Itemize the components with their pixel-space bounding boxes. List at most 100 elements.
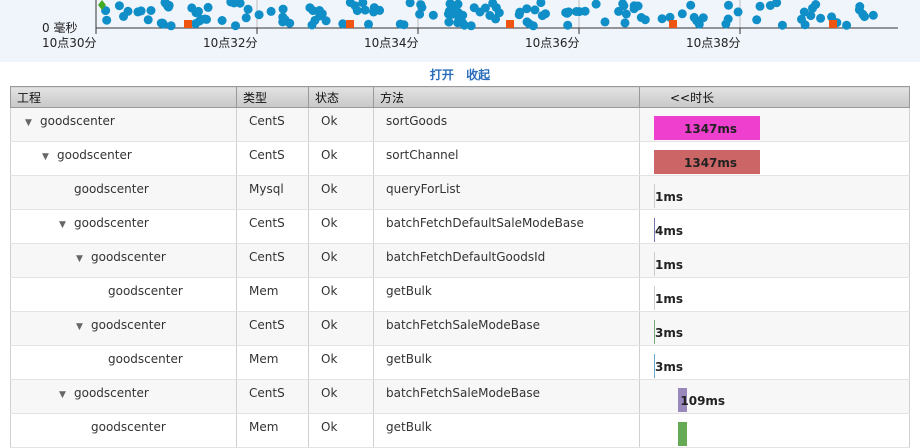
expand-toggle-icon[interactable]: ▼ [76, 254, 86, 264]
scatter-point[interactable] [868, 10, 878, 20]
scatter-point[interactable] [591, 0, 601, 9]
scatter-point[interactable] [166, 21, 176, 31]
scatter-point[interactable] [231, 21, 240, 31]
expand-toggle-icon[interactable]: ▼ [59, 390, 69, 400]
scatter-point[interactable] [755, 1, 765, 11]
scatter-point[interactable] [806, 11, 816, 21]
column-header-project[interactable]: 工程 [10, 86, 237, 108]
scatter-point[interactable] [146, 6, 156, 15]
scatter-point[interactable] [458, 10, 468, 20]
scatter-point[interactable] [428, 10, 438, 20]
scatter-point[interactable] [619, 1, 629, 11]
scatter-point[interactable] [395, 19, 405, 29]
scatter-point[interactable] [278, 12, 288, 22]
table-row[interactable]: goodscenter Mysql Ok queryForList 1ms [10, 175, 910, 210]
table-row[interactable]: ▼ goodscenter CentS Ok sortChannel 1347ms [10, 141, 910, 176]
scatter-point[interactable] [816, 13, 826, 23]
scatter-point[interactable] [243, 4, 253, 14]
error-marker[interactable] [346, 20, 354, 28]
expand-toggle-icon[interactable]: ▼ [76, 322, 86, 332]
scatter-point[interactable] [200, 14, 210, 24]
scatter-point[interactable] [800, 20, 810, 30]
scatter-point[interactable] [480, 3, 490, 13]
scatter-point[interactable] [777, 20, 787, 30]
table-row[interactable]: goodscenter Mem Ok getBulk [10, 413, 910, 448]
expand-toggle-icon[interactable]: ▼ [59, 220, 69, 230]
column-header-status[interactable]: 状态 [308, 86, 374, 108]
column-header-duration[interactable]: <<时长 [639, 86, 910, 108]
scatter-point[interactable] [842, 20, 852, 30]
column-header-method[interactable]: 方法 [373, 86, 640, 108]
table-row[interactable]: ▼ goodscenter CentS Ok batchFetchSaleModeBas… [10, 311, 910, 346]
scatter-point[interactable] [114, 1, 124, 11]
table-row[interactable]: ▼ goodscenter CentS Ok sortGoods 1347ms [10, 107, 910, 142]
scatter-point[interactable] [350, 1, 360, 11]
scatter-point[interactable] [164, 0, 174, 10]
scatter-point[interactable] [633, 1, 643, 11]
scatter-point[interactable] [733, 7, 743, 17]
scatter-point[interactable] [123, 6, 133, 16]
table-row[interactable]: goodscenter Mem Ok getBulk 3ms [10, 345, 910, 380]
scatter-point[interactable] [811, 0, 821, 9]
error-marker[interactable] [184, 20, 192, 28]
scatter-point[interactable] [266, 6, 276, 16]
expand-toggle-icon[interactable]: ▼ [25, 118, 35, 128]
scatter-point[interactable] [466, 21, 476, 31]
scatter-point[interactable] [537, 11, 547, 21]
scatter-point[interactable] [102, 15, 112, 25]
scatter-point[interactable] [620, 18, 630, 28]
scatter-point[interactable] [136, 6, 146, 16]
scatter-point[interactable] [724, 0, 733, 10]
scatter-point[interactable] [562, 8, 572, 18]
scatter-point[interactable] [156, 18, 166, 28]
scatter-point[interactable] [203, 2, 213, 12]
scatter-point[interactable] [369, 3, 379, 13]
collapse-all-link[interactable]: 收起 [466, 68, 490, 82]
error-marker[interactable] [669, 20, 677, 28]
scatter-point[interactable] [686, 0, 696, 10]
expand-all-link[interactable]: 打开 [430, 68, 454, 82]
scatter-point[interactable] [621, 9, 631, 19]
scatter-point[interactable] [307, 20, 317, 30]
scatter-point[interactable] [514, 10, 524, 20]
scatter-point[interactable] [241, 13, 251, 23]
error-marker[interactable] [829, 20, 837, 28]
scatter-point[interactable] [657, 14, 667, 24]
scatter-point[interactable] [417, 2, 427, 12]
scatter-point[interactable] [522, 4, 532, 14]
table-row[interactable]: goodscenter Mem Ok getBulk 1ms [10, 277, 910, 312]
scatter-point[interactable] [444, 17, 454, 27]
scatter-point[interactable] [528, 21, 538, 31]
scatter-point[interactable] [315, 11, 325, 21]
scatter-point[interactable] [600, 17, 610, 27]
error-marker[interactable] [506, 20, 514, 28]
scatter-point[interactable] [752, 15, 762, 25]
scatter-point[interactable] [405, 0, 415, 8]
scatter-point[interactable] [640, 15, 650, 25]
table-row[interactable]: ▼ goodscenter CentS Ok batchFetchDefaultGood… [10, 243, 910, 278]
scatter-point[interactable] [536, 0, 546, 8]
scatter-point[interactable] [563, 20, 573, 30]
scatter-point[interactable] [571, 7, 581, 16]
scatter-point[interactable] [694, 19, 704, 29]
scatter-point[interactable] [364, 19, 373, 29]
scatter-point[interactable] [677, 9, 687, 19]
scatter-point[interactable] [530, 5, 540, 15]
scatter-point[interactable] [254, 10, 264, 20]
table-row[interactable]: ▼ goodscenter CentS Ok batchFetchDefaultSale… [10, 209, 910, 244]
table-row[interactable]: ▼ goodscenter CentS Ok batchFetchSaleModeBas… [10, 379, 910, 414]
scatter-point[interactable] [453, 18, 463, 28]
expand-toggle-icon[interactable]: ▼ [42, 152, 52, 162]
scatter-point[interactable] [338, 19, 348, 29]
column-header-type[interactable]: 类型 [236, 86, 309, 108]
scatter-point[interactable] [446, 0, 456, 9]
scatter-point[interactable] [194, 6, 203, 16]
scatter-point[interactable] [360, 5, 370, 15]
scatter-point[interactable] [860, 12, 869, 22]
scatter-point[interactable] [723, 14, 733, 24]
scatter-point[interactable] [217, 16, 227, 25]
scatter-point[interactable] [143, 15, 153, 25]
scatter-point[interactable] [494, 8, 504, 18]
scatter-point[interactable] [278, 4, 288, 14]
scatter-point[interactable] [580, 6, 590, 16]
